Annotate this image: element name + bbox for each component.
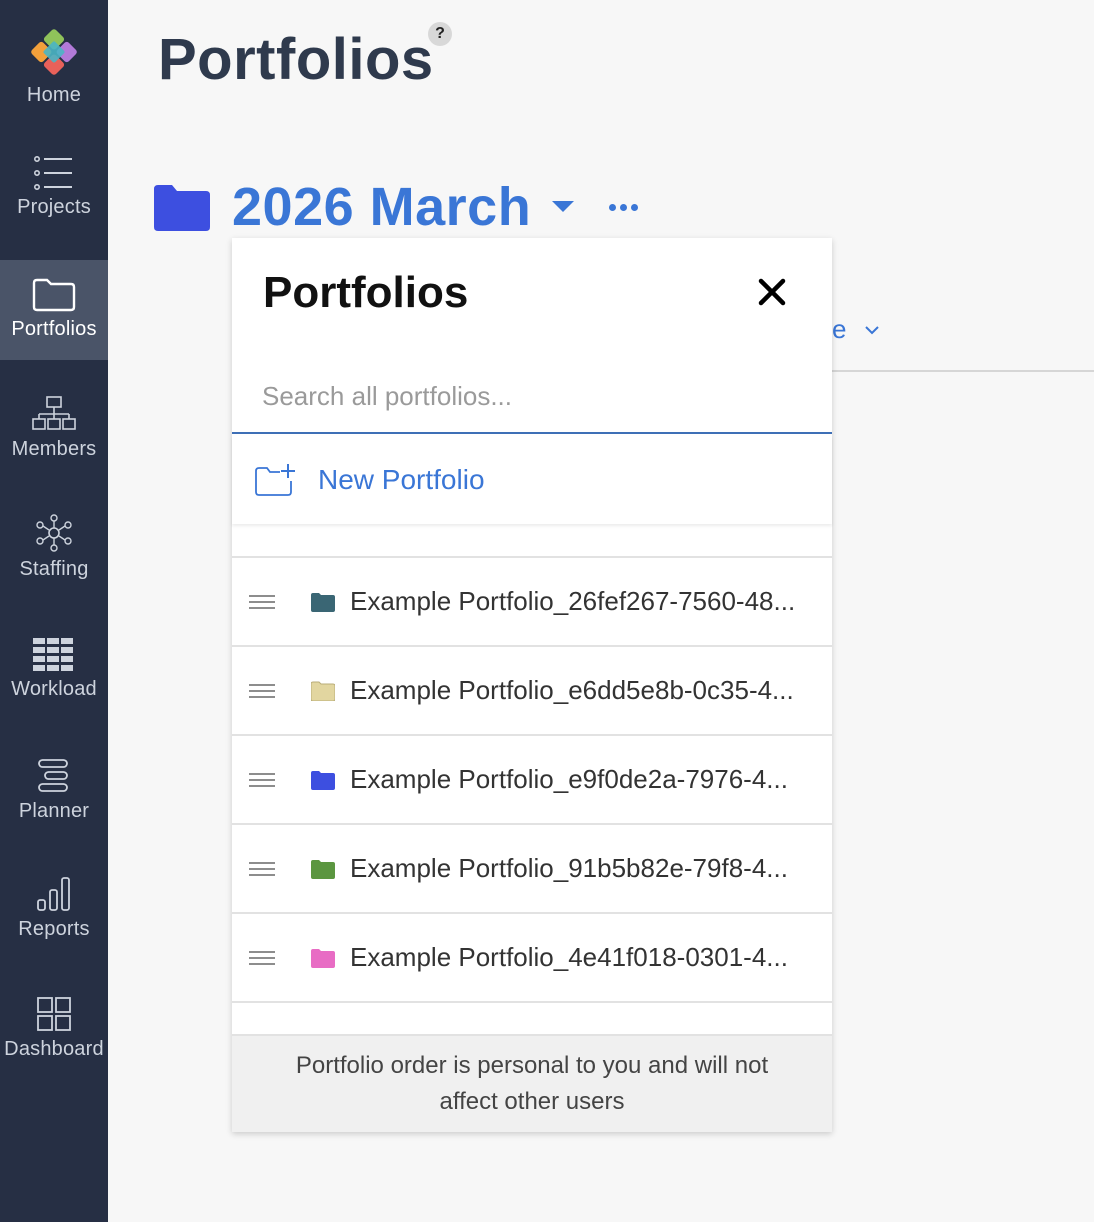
background-tab-label: e (832, 314, 847, 344)
portfolio-name: Example Portfolio_91b5b82e-79f8-4... (350, 853, 788, 883)
portfolio-name: Example Portfolio_26fef267-7560-48... (350, 586, 796, 616)
current-portfolio-name[interactable]: 2026 March (232, 176, 531, 238)
list-icon (34, 156, 72, 190)
folder-icon (311, 948, 335, 968)
nav-dashboard[interactable]: Dashboard (0, 996, 108, 1086)
portfolio-order-note: Portfolio order is personal to you and w… (232, 1034, 832, 1132)
nav-reports[interactable]: Reports (0, 876, 108, 966)
search-input[interactable] (232, 360, 832, 434)
list-item[interactable]: Example Portfolio_4e41f018-0301-4... (232, 914, 832, 1003)
nav-workload[interactable]: Workload (0, 638, 108, 728)
help-icon[interactable]: ? (428, 22, 452, 46)
list-item[interactable]: Example Portfolio_26fef267-7560-48... (232, 558, 832, 647)
list-item[interactable]: Example Portfolio_e6dd5e8b-0c35-4... (232, 647, 832, 736)
portfolio-selector[interactable]: 2026 March (154, 176, 639, 238)
nav-members-label: Members (11, 438, 97, 460)
folder-icon (311, 592, 335, 612)
sidebar: Home Projects Portfolios Members Staffin… (0, 0, 108, 1222)
folder-icon (311, 859, 335, 879)
portfolio-list[interactable]: Example Portfolio_26fef267-7560-48... Ex… (232, 524, 832, 1034)
nav-portfolios[interactable]: Portfolios (0, 260, 108, 360)
folder-icon (154, 185, 210, 231)
bar-chart-icon (37, 877, 70, 911)
portfolios-dropdown: Portfolios New Portfolio Example Portfol… (232, 238, 832, 1132)
drag-handle-icon[interactable] (249, 683, 275, 698)
nav-staffing-label: Staffing (19, 558, 89, 580)
folder-icon (311, 770, 335, 790)
chevron-down-icon (865, 326, 879, 335)
close-icon[interactable] (756, 276, 788, 308)
nav-members[interactable]: Members (0, 396, 108, 486)
org-chart-icon (32, 396, 76, 430)
planner-icon (38, 759, 68, 792)
nav-dashboard-label: Dashboard (4, 1038, 104, 1060)
nav-projects-label: Projects (17, 196, 91, 218)
drag-handle-icon[interactable] (249, 861, 275, 876)
new-portfolio-button[interactable]: New Portfolio (232, 436, 832, 524)
nav-planner-label: Planner (18, 800, 90, 822)
network-icon (36, 514, 72, 552)
list-item[interactable] (232, 524, 832, 558)
list-item[interactable]: Example Portfolio_e9f0de2a-7976-4... (232, 736, 832, 825)
caret-down-icon[interactable] (551, 200, 575, 214)
panel-title: Portfolios (263, 268, 469, 317)
drag-handle-icon[interactable] (249, 950, 275, 965)
logo-icon (31, 29, 77, 75)
drag-handle-icon[interactable] (249, 594, 275, 609)
nav-reports-label: Reports (18, 918, 90, 940)
drag-handle-icon[interactable] (249, 772, 275, 787)
grid-icon (33, 638, 73, 671)
add-folder-icon (255, 464, 295, 496)
page-title: Portfolios (158, 27, 434, 92)
folder-icon (311, 681, 335, 701)
nav-workload-label: Workload (11, 678, 97, 700)
nav-projects[interactable]: Projects (0, 156, 108, 246)
nav-portfolios-label: Portfolios (11, 318, 97, 340)
portfolio-name: Example Portfolio_e6dd5e8b-0c35-4... (350, 675, 794, 705)
portfolio-name: Example Portfolio_4e41f018-0301-4... (350, 942, 788, 972)
new-portfolio-label: New Portfolio (318, 464, 485, 495)
divider (832, 370, 1094, 372)
nav-home-label: Home (26, 84, 82, 106)
nav-planner[interactable]: Planner (0, 758, 108, 848)
portfolio-name: Example Portfolio_e9f0de2a-7976-4... (350, 764, 788, 794)
dashboard-icon (37, 997, 71, 1031)
list-item[interactable]: Example Portfolio_91b5b82e-79f8-4... (232, 825, 832, 914)
nav-staffing[interactable]: Staffing (0, 514, 108, 604)
folder-icon (32, 278, 76, 312)
more-options-icon[interactable] (609, 203, 639, 211)
nav-home[interactable]: Home (0, 26, 108, 116)
